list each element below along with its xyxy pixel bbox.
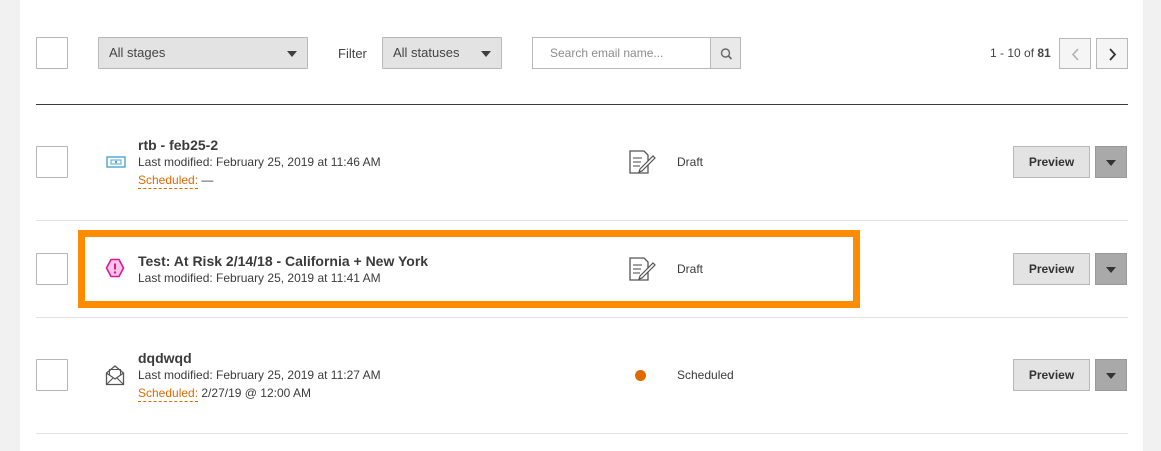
stage-select-value: All stages (109, 45, 166, 60)
email-name[interactable]: Test: At Risk 2/14/18 - California + New… (138, 253, 428, 269)
pagination-label: 1 - 10 of 81 (990, 46, 1051, 60)
email-status: Draft (677, 155, 704, 169)
chevron-down-icon (1106, 373, 1116, 379)
row-divider (36, 317, 1128, 318)
status-select[interactable]: All statuses (382, 37, 502, 69)
status-select-value: All statuses (393, 45, 460, 60)
scheduled-dot-icon (635, 370, 646, 381)
row-divider (36, 220, 1128, 221)
ticket-icon (106, 156, 126, 168)
stage-select[interactable]: All stages (98, 37, 308, 69)
open-envelope-icon (105, 365, 125, 386)
draft-document-icon (629, 150, 656, 174)
last-modified: Last modified: February 25, 2019 at 11:4… (138, 271, 381, 285)
email-list-panel: All stages Filter All statuses Search em… (20, 0, 1143, 451)
search-placeholder: Search email name... (550, 46, 664, 60)
search-button[interactable] (710, 37, 741, 69)
row-checkbox[interactable] (36, 146, 68, 178)
scheduled-label[interactable]: Scheduled: (138, 173, 199, 189)
highlight-box (78, 230, 860, 308)
draft-document-icon (629, 257, 656, 281)
pagination-total: 81 (1037, 46, 1051, 60)
row-actions-menu-button[interactable] (1095, 359, 1127, 391)
scheduled-info: Scheduled: — (138, 173, 214, 189)
search-icon (720, 48, 733, 60)
chevron-down-icon (1106, 160, 1116, 166)
row-actions-menu-button[interactable] (1095, 146, 1127, 178)
next-page-button[interactable] (1096, 38, 1128, 69)
row-divider (36, 433, 1128, 434)
preview-button[interactable]: Preview (1013, 146, 1090, 178)
chevron-down-icon (287, 51, 297, 57)
scheduled-label[interactable]: Scheduled: (138, 386, 199, 402)
filter-label: Filter (338, 46, 367, 61)
header-divider (36, 104, 1128, 105)
scheduled-value: 2/27/19 @ 12:00 AM (198, 386, 311, 400)
alert-hexagon-icon (105, 258, 125, 278)
scheduled-value: — (198, 173, 214, 187)
row-checkbox[interactable] (36, 253, 68, 285)
email-name[interactable]: rtb - feb25-2 (138, 137, 218, 153)
select-all-checkbox[interactable] (36, 37, 68, 69)
chevron-left-icon (1071, 48, 1079, 61)
email-status: Scheduled (677, 368, 734, 382)
row-actions-menu-button[interactable] (1095, 253, 1127, 285)
email-name[interactable]: dqdwqd (138, 350, 192, 366)
scheduled-info: Scheduled: 2/27/19 @ 12:00 AM (138, 386, 311, 402)
last-modified: Last modified: February 25, 2019 at 11:4… (138, 155, 381, 169)
email-status: Draft (677, 262, 704, 276)
row-checkbox[interactable] (36, 359, 68, 391)
chevron-down-icon (481, 51, 491, 57)
last-modified: Last modified: February 25, 2019 at 11:2… (138, 368, 381, 382)
preview-button[interactable]: Preview (1013, 253, 1090, 285)
pagination-range: 1 - 10 of (990, 46, 1038, 60)
previous-page-button[interactable] (1059, 38, 1091, 69)
search-input[interactable]: Search email name... (532, 37, 712, 69)
chevron-right-icon (1109, 48, 1117, 61)
preview-button[interactable]: Preview (1013, 359, 1090, 391)
chevron-down-icon (1106, 267, 1116, 273)
